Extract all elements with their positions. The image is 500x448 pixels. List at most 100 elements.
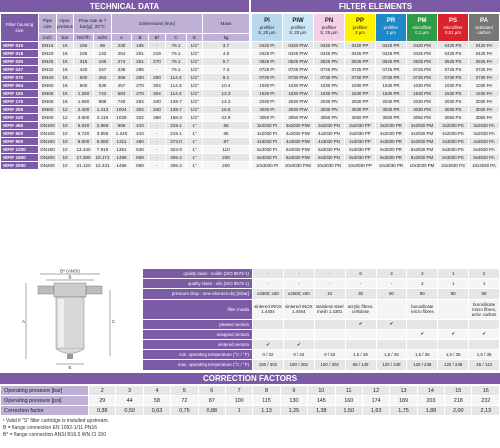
- element-cell: 3x2030 PS: [437, 121, 469, 130]
- element-cell: 1030 PI: [251, 81, 283, 90]
- data-cell: 5.7: [202, 57, 250, 66]
- data-cell: DN150: [38, 145, 57, 154]
- table-row: WFIF 450 DN100 10 5.040 2.966 986 410-219.1 1" 5…: [0, 121, 250, 130]
- element-cell: 4x3030 PIW: [282, 137, 314, 146]
- element-cell: 0725 PS: [437, 65, 469, 74]
- element-cell: 0525 PP: [344, 57, 376, 66]
- correction-value: 13: [389, 385, 418, 396]
- element-cell: 0525 PIW: [282, 57, 314, 66]
- data-cell: 1496: [111, 161, 132, 170]
- data-cell: 1004: [111, 105, 132, 114]
- oper-pressure-header: Oper. pressure: [56, 13, 74, 34]
- data-cell: 1": [186, 153, 203, 162]
- correction-value: 4: [142, 385, 172, 396]
- data-cell: -: [148, 161, 166, 170]
- table-row: WFIF 1800 DN200 10 17.280 10.171 1496 600-406.…: [0, 153, 250, 162]
- data-cell: 3.600: [73, 113, 94, 122]
- table-row: WFIF 150 DN65 16 1.260 742 583 270 304 114.3 1/2"…: [0, 89, 250, 98]
- spec-label: quality class - solids (ISO 8573-1): [142, 267, 253, 280]
- correction-value: 2: [87, 385, 117, 396]
- data-cell: 139.7: [165, 97, 187, 106]
- correction-value: 203: [416, 395, 446, 406]
- correction-value: 7: [224, 385, 254, 396]
- element-cell: 0730 PP: [344, 73, 376, 82]
- data-cell: DN200: [38, 153, 57, 162]
- element-cell: 0730 PI: [251, 73, 283, 82]
- correction-value: 1: [224, 405, 254, 416]
- element-cell: 2030 PI: [251, 97, 283, 106]
- data-cell: 5.650: [93, 137, 112, 146]
- footnotes: ¹ Valid if "S" filter cartridge is insta…: [3, 418, 493, 439]
- spec-value: -: [282, 267, 315, 280]
- data-cell: 10: [56, 129, 74, 138]
- data-cell: 10.171: [93, 153, 112, 162]
- spec-row: filter media sintered INOX 1.4404 sintered…: [142, 298, 500, 320]
- element-cell: 6x3030 PR: [375, 145, 407, 154]
- data-cell: 251: [131, 57, 149, 66]
- spec-value: [437, 298, 470, 320]
- table-row: 3050 PI 3050 PIW 3050 PN 3050 PP 3050 PR 3050…: [251, 113, 500, 122]
- element-cell: 8x3030 PR: [375, 153, 407, 162]
- correction-value: 8: [252, 385, 281, 396]
- element-cell: 3x2030 PIW: [282, 121, 314, 130]
- data-cell: 386: [111, 73, 132, 82]
- correction-value: 0,50: [115, 405, 144, 416]
- data-cell: 55: [202, 121, 250, 130]
- spec-value: 2: [406, 278, 439, 290]
- element-cell: 0425 PP: [344, 49, 376, 58]
- correction-row: Operating pressure [bar] 2 3 4 5 6 7 8 9 10 11 12 13…: [0, 385, 500, 396]
- element-cell: 8x3030 PA: [468, 153, 500, 162]
- correction-value: 1,75: [389, 405, 418, 416]
- data-cell: 1/2": [186, 105, 203, 114]
- data-cell: 986: [111, 121, 132, 130]
- element-cell: 8x3030 PI: [251, 153, 283, 162]
- element-cell: 0420 PIW: [282, 41, 314, 50]
- spec-value: borosilicate micro fibres, activ. carbon: [468, 298, 500, 320]
- element-cell: 4x3030 PS: [437, 137, 469, 146]
- spec-value: borosilicate micro fibres: [406, 298, 439, 320]
- element-cell: 0425 PI: [251, 49, 283, 58]
- filter-type: activated: [475, 24, 493, 30]
- table-row: 0730 PI 0730 PIW 0730 PN 0730 PP 0730 PR 0730…: [251, 73, 500, 82]
- data-cell: 1.680: [73, 97, 94, 106]
- model-cell: WFIF 018: [0, 49, 39, 58]
- spec-value: [252, 318, 284, 330]
- data-cell: 219.1: [165, 121, 187, 130]
- filter-type: prefilter: [259, 24, 275, 30]
- spec-value: [313, 318, 346, 330]
- correction-value: 72: [170, 395, 199, 406]
- data-cell: DN80: [38, 113, 57, 122]
- spec-label: max. operating temperature (°C / °F): [142, 359, 253, 371]
- element-cell: 2030 PIW: [282, 97, 314, 106]
- spec-value: 6: [344, 267, 377, 280]
- table-row: WFIF 070 DN40 16 600 353 386 260 290 114.3 1/2" 9.…: [0, 73, 250, 82]
- element-cell: 0725 PA: [468, 65, 500, 74]
- spec-value: [375, 328, 408, 340]
- spec-value: ≤2600; ≤60: [252, 288, 284, 300]
- correction-value: 115: [252, 395, 281, 406]
- data-cell: 406.4: [165, 161, 187, 170]
- table-row: 0420 PI 0420 PIW 0420 PN 0420 PP 0420 PR 0420…: [251, 41, 500, 50]
- model-cell: WFIF 070: [0, 73, 39, 82]
- table-row: 2030 PI 2030 PIW 2030 PN 2030 PP 2030 PR 2030…: [251, 97, 500, 106]
- data-cell: 16: [56, 41, 74, 50]
- element-cell: 0525 PN: [313, 57, 345, 66]
- filter-type: prefilter: [352, 24, 368, 30]
- data-cell: -: [148, 121, 166, 130]
- data-cell: 260: [131, 73, 149, 82]
- element-cell: 3030 PP: [344, 105, 376, 114]
- dim-c-label: C: [112, 319, 116, 324]
- data-cell: 274: [111, 57, 132, 66]
- spec-value: [468, 318, 500, 330]
- correction-value: 130: [279, 395, 309, 406]
- element-cell: 3050 PI: [251, 113, 283, 122]
- data-cell: 1": [186, 145, 203, 154]
- correction-value: 189: [389, 395, 418, 406]
- correction-value: 218: [444, 395, 473, 406]
- filter-column-pn: PN prefilter 5; 25 μm: [313, 13, 345, 42]
- dim-a-label: A: [22, 319, 25, 324]
- data-cell: 12.431: [93, 161, 112, 170]
- model-cell: WFIF 150: [0, 89, 39, 98]
- element-cell: 1530 PS: [437, 89, 469, 98]
- spec-row: sintered version ✔ ✔: [142, 338, 500, 351]
